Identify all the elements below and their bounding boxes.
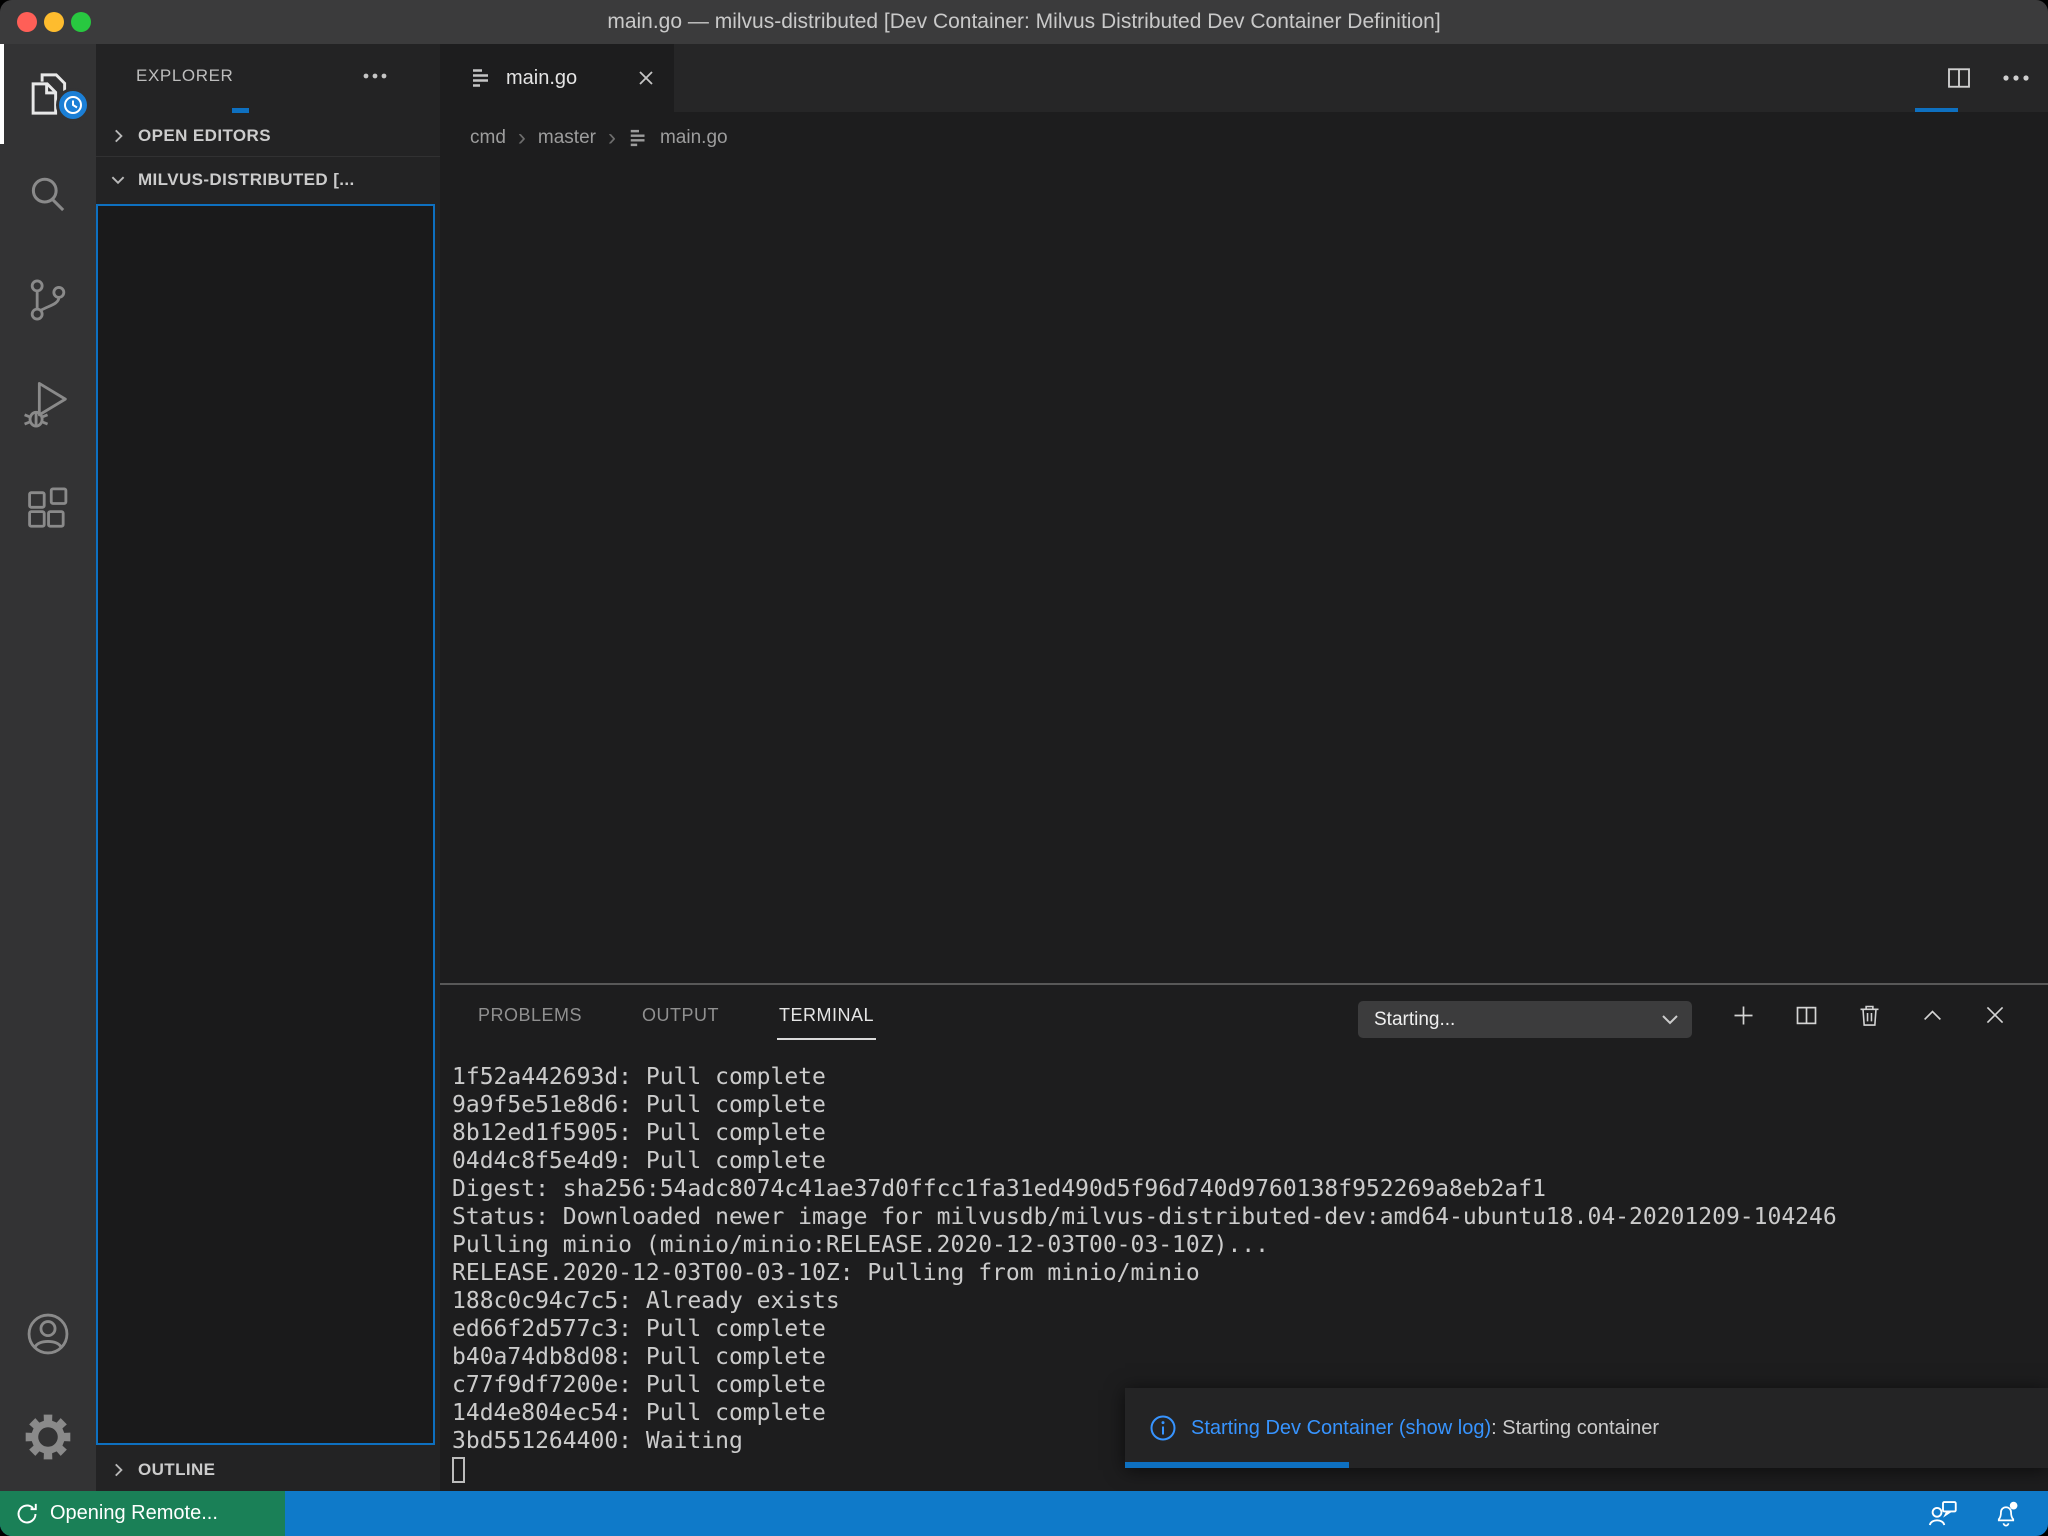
run-debug-icon xyxy=(22,378,74,430)
project-section-label: MILVUS-DISTRIBUTED [... xyxy=(138,170,355,190)
more-actions-icon[interactable] xyxy=(2002,74,2030,82)
notifications-bell-icon[interactable] xyxy=(1990,1498,2022,1530)
split-editor-icon[interactable] xyxy=(1944,63,1974,93)
chevron-right-icon: › xyxy=(518,126,526,150)
sidebar-loading-progress-bar xyxy=(232,108,249,113)
window-title: main.go — milvus-distributed [Dev Contai… xyxy=(0,0,2048,44)
editor-tab-bar: main.go xyxy=(440,44,2048,112)
terminal-dropdown-value: Starting... xyxy=(1374,1009,1455,1031)
activity-search-button[interactable] xyxy=(0,146,96,246)
activity-run-debug-button[interactable] xyxy=(0,354,96,454)
tab-label: main.go xyxy=(506,67,577,90)
chevron-right-icon xyxy=(108,1461,128,1479)
search-icon xyxy=(22,170,74,222)
tab-terminal[interactable]: TERMINAL xyxy=(777,987,876,1044)
chevron-down-icon xyxy=(1660,1013,1680,1027)
breadcrumb: cmd › master › main.go xyxy=(440,112,2048,164)
notification-message: : Starting container xyxy=(1491,1417,1659,1440)
file-lines-icon xyxy=(470,66,494,90)
sidebar-title: EXPLORER xyxy=(136,44,233,108)
open-editors-label: OPEN EDITORS xyxy=(138,126,271,146)
new-terminal-icon[interactable] xyxy=(1730,1002,1757,1029)
explorer-more-actions-button[interactable] xyxy=(358,64,392,88)
chevron-right-icon xyxy=(108,127,128,145)
activity-explorer-button[interactable] xyxy=(0,44,96,144)
feedback-icon[interactable] xyxy=(1926,1497,1960,1531)
account-icon xyxy=(22,1308,74,1360)
close-panel-icon[interactable] xyxy=(1982,1002,2008,1028)
outline-section-header[interactable]: OUTLINE xyxy=(96,1449,440,1491)
terminal-cursor xyxy=(452,1457,465,1483)
breadcrumb-main-go[interactable]: main.go xyxy=(660,127,728,149)
activity-account-button[interactable] xyxy=(0,1284,96,1384)
tab-problems[interactable]: PROBLEMS xyxy=(476,987,584,1044)
kill-terminal-trash-icon[interactable] xyxy=(1856,1002,1883,1029)
close-tab-icon[interactable] xyxy=(636,68,656,88)
titlebar: main.go — milvus-distributed [Dev Contai… xyxy=(0,0,2048,44)
split-terminal-icon[interactable] xyxy=(1793,1002,1820,1029)
notification-progress-bar xyxy=(1125,1462,1349,1468)
remote-status-item[interactable]: Opening Remote... xyxy=(0,1491,285,1536)
status-bar: Opening Remote... xyxy=(0,1491,2048,1536)
activity-extensions-button[interactable] xyxy=(0,460,96,560)
terminal-instance-dropdown[interactable]: Starting... xyxy=(1358,1001,1692,1038)
info-icon xyxy=(1149,1414,1177,1442)
project-section-header[interactable]: MILVUS-DISTRIBUTED [... xyxy=(96,156,440,202)
dev-container-notification[interactable]: Starting Dev Container (show log) : Star… xyxy=(1125,1388,2048,1468)
notification-show-log-link[interactable]: Starting Dev Container (show log) xyxy=(1191,1417,1491,1440)
file-lines-icon xyxy=(628,127,650,149)
explorer-sidebar: EXPLORER OPEN EDITORS MILVUS-DISTRIBUTED… xyxy=(96,44,440,1491)
editor-content-area[interactable] xyxy=(440,164,2048,983)
breadcrumb-master[interactable]: master xyxy=(538,127,596,149)
chevron-down-icon xyxy=(108,171,128,189)
remote-progress-clock-badge xyxy=(56,88,90,122)
outline-label: OUTLINE xyxy=(138,1460,215,1480)
extensions-icon xyxy=(22,484,74,536)
activity-source-control-button[interactable] xyxy=(0,250,96,350)
tab-output[interactable]: OUTPUT xyxy=(640,987,721,1044)
settings-gear-icon xyxy=(22,1411,74,1463)
explorer-file-tree[interactable] xyxy=(96,204,435,1445)
tab-main-go[interactable]: main.go xyxy=(440,44,674,112)
vscode-window: main.go — milvus-distributed [Dev Contai… xyxy=(0,0,2048,1536)
remote-status-label: Opening Remote... xyxy=(50,1502,218,1525)
source-control-branch-icon xyxy=(22,274,74,326)
maximize-panel-icon[interactable] xyxy=(1919,1002,1946,1029)
chevron-right-icon: › xyxy=(608,126,616,150)
activity-bar xyxy=(0,44,96,1491)
open-editors-section-header[interactable]: OPEN EDITORS xyxy=(96,116,440,156)
breadcrumb-cmd[interactable]: cmd xyxy=(470,127,506,149)
sync-spinner-icon xyxy=(14,1501,40,1527)
activity-settings-button[interactable] xyxy=(0,1387,96,1487)
